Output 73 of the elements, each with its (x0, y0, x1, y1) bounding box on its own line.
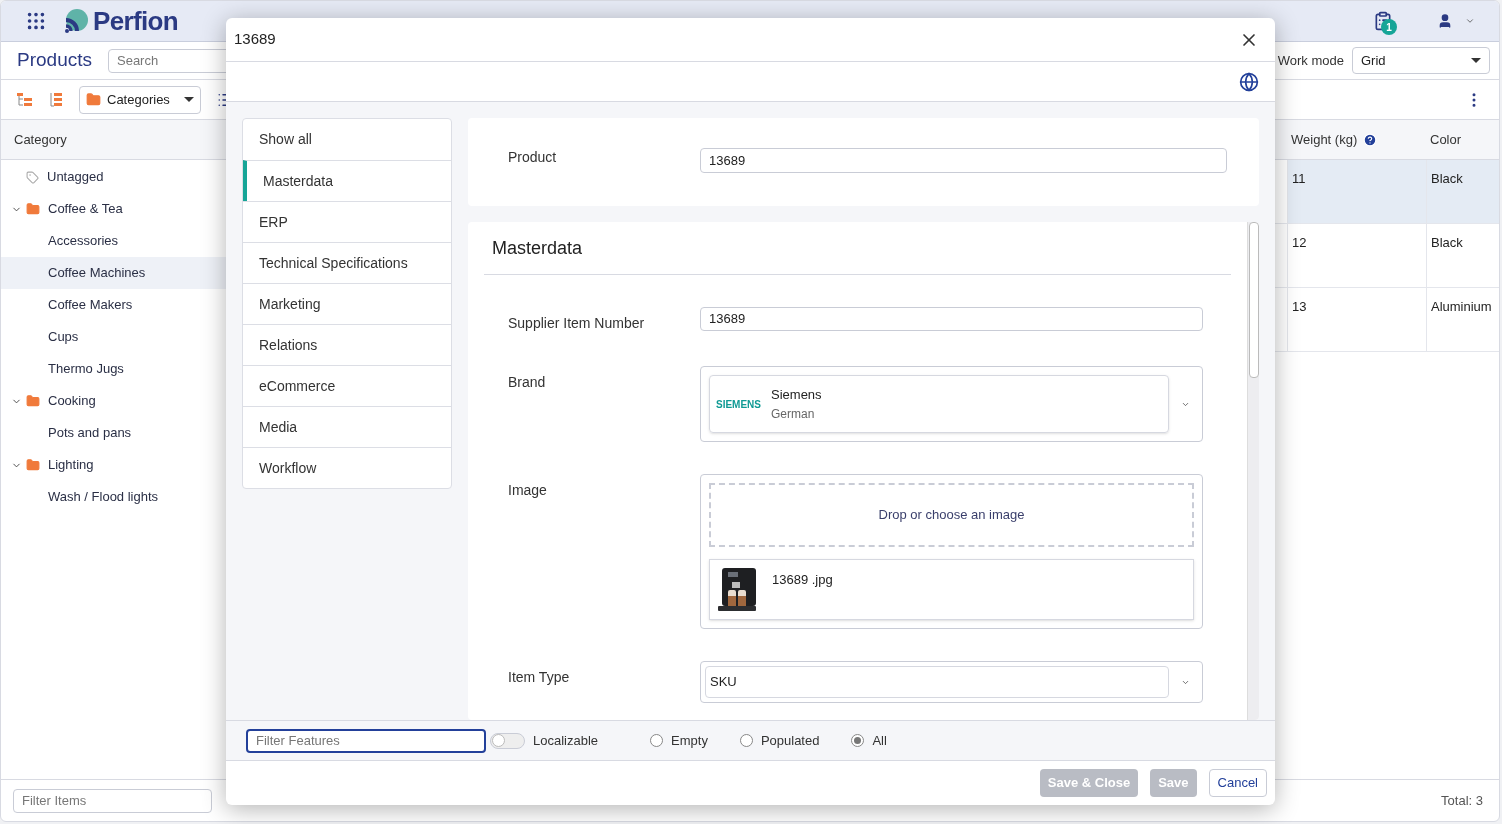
tree-item[interactable]: Coffee Makers (1, 289, 226, 321)
section-tab[interactable]: Relations (243, 324, 451, 365)
logo-text: Perfion (93, 4, 178, 38)
tree-item[interactable]: Thermo Jugs (1, 353, 226, 385)
tree-item[interactable]: Untagged (1, 161, 226, 193)
dialog-title: 13689 (234, 29, 276, 50)
tree-item[interactable]: Wash / Flood lights (1, 481, 226, 513)
filter-radio[interactable]: All (851, 730, 887, 751)
globe-icon[interactable] (1239, 71, 1259, 92)
work-mode-label: Work mode (1277, 51, 1344, 70)
scrollbar[interactable] (1247, 222, 1259, 720)
filter-radio[interactable]: Populated (739, 730, 820, 751)
tree-collapse-icon[interactable] (49, 92, 63, 107)
column-header: Category (1, 120, 226, 160)
field-label: Supplier Item Number (508, 314, 646, 333)
image-drop-zone[interactable]: Drop or choose an image (709, 483, 1194, 547)
notification-badge: 1 (1381, 19, 1397, 35)
item-type-select[interactable]: SKU (700, 661, 1203, 703)
brand-language: German (771, 405, 816, 423)
product-field[interactable]: 13689 (700, 148, 1227, 173)
folder-icon (26, 202, 40, 216)
brand-logo: SIEMENS (716, 397, 761, 412)
work-mode-select[interactable]: Grid (1352, 47, 1490, 74)
image-field[interactable]: Drop or choose an image 13689 .jpg (700, 474, 1203, 629)
tree-item[interactable]: Cooking (1, 385, 226, 417)
section-tab[interactable]: ERP (243, 201, 451, 242)
table-cell[interactable]: Black (1426, 160, 1499, 223)
tree-item[interactable]: Pots and pans (1, 417, 226, 449)
dialog-button[interactable]: Cancel (1208, 769, 1267, 797)
folder-icon (26, 458, 40, 472)
tree-expand-icon[interactable] (17, 92, 33, 107)
filter-radio[interactable]: Empty (650, 730, 708, 751)
page-title: Products (17, 48, 92, 73)
help-icon[interactable] (1363, 132, 1378, 147)
chevron-icon[interactable] (1465, 16, 1475, 26)
localizable-toggle[interactable] (490, 732, 525, 749)
section-tab[interactable]: Show all (243, 119, 451, 160)
brand-select[interactable]: SIEMENS Siemens German (700, 366, 1203, 442)
section-tab[interactable]: Media (243, 406, 451, 447)
field-label: Brand (508, 373, 547, 392)
brand-name: Siemens (771, 386, 822, 405)
folder-icon (86, 92, 101, 107)
total-count: Total: 3 (1441, 791, 1483, 810)
field-label: Product (508, 148, 558, 167)
user-icon[interactable] (1437, 13, 1453, 29)
section-title: Masterdata (492, 236, 583, 260)
filter-features-field[interactable]: Filter Features (246, 728, 486, 753)
text-field[interactable]: 13689 (700, 307, 1203, 331)
tree-item[interactable]: Coffee & Tea (1, 193, 226, 225)
tree-item[interactable]: Coffee Machines (1, 257, 226, 289)
tree-item[interactable]: Lighting (1, 449, 226, 481)
filter-items-field[interactable]: Filter Items (13, 788, 212, 813)
file-name: 13689 .jpg (772, 571, 833, 589)
section-tab[interactable]: Masterdata (243, 160, 451, 201)
column-header: Weight (kg) (1291, 129, 1378, 150)
field-label: Item Type (508, 668, 571, 687)
toggle-label: Localizable (533, 731, 599, 750)
caret-icon (1471, 58, 1481, 63)
section-tab[interactable]: Technical Specifications (243, 242, 451, 283)
caret-icon (183, 97, 194, 102)
tag-icon (26, 170, 39, 184)
column-header: Color (1430, 130, 1462, 149)
section-tab[interactable]: Workflow (243, 447, 451, 488)
section-tab[interactable]: eCommerce (243, 365, 451, 406)
section-tab[interactable]: Marketing (243, 283, 451, 324)
app-grid-icon[interactable] (25, 10, 47, 32)
category-view-select[interactable]: Categories (79, 85, 201, 114)
logo-icon (63, 8, 89, 34)
field-label: Image (508, 481, 548, 500)
tree-item[interactable]: Cups (1, 321, 226, 353)
tree-item[interactable]: Accessories (1, 225, 226, 257)
table-cell[interactable]: 11 (1287, 160, 1426, 223)
folder-icon (26, 394, 40, 408)
